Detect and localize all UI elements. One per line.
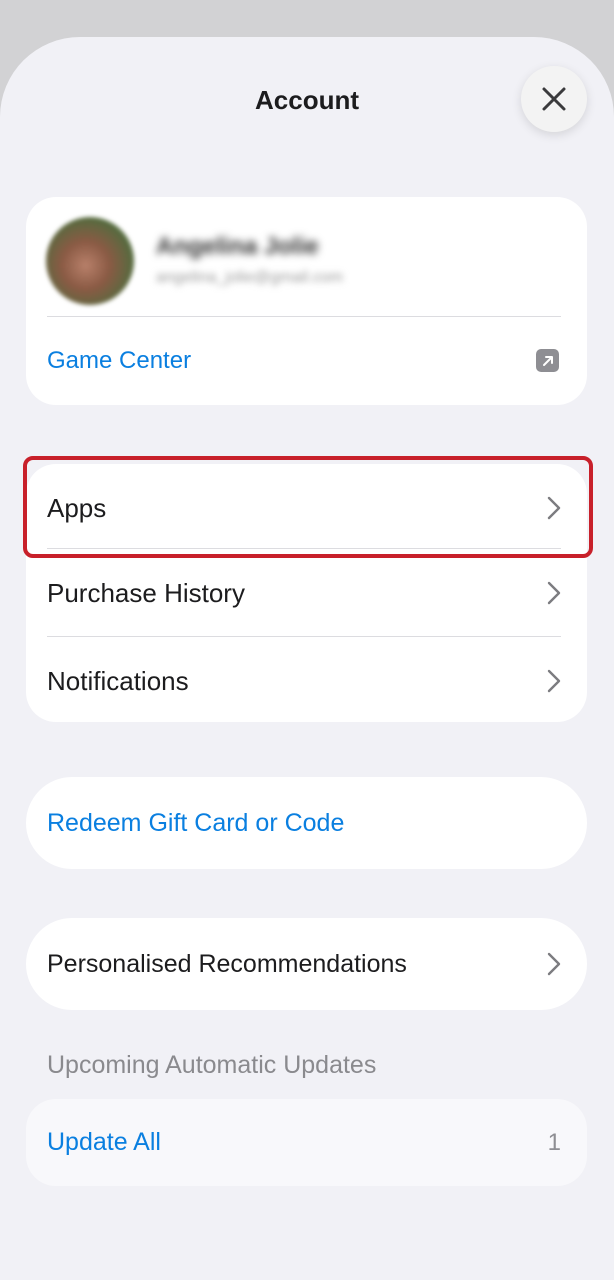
menu-item-purchase-history[interactable]: Purchase History (26, 549, 587, 637)
redeem-gift-card-link[interactable]: Redeem Gift Card or Code (47, 809, 344, 838)
avatar[interactable] (46, 217, 134, 305)
divider (47, 316, 561, 317)
close-icon (542, 87, 566, 111)
menu-item-apps[interactable]: Apps (26, 464, 587, 552)
menu-item-label: Purchase History (47, 577, 245, 608)
section-header-updates: Upcoming Automatic Updates (47, 1051, 377, 1079)
menu-item-label: Apps (47, 492, 107, 523)
external-link-icon[interactable] (536, 349, 559, 372)
profile-email: angelina_jolie@gmail.com (156, 269, 344, 286)
profile-name[interactable]: Angelina Jolie (156, 233, 319, 261)
account-sheet: Account Angelina Jolie angelina_jolie@gm… (0, 37, 614, 1280)
close-button[interactable] (521, 66, 587, 132)
chevron-right-icon (547, 496, 561, 520)
profile-card: Angelina Jolie angelina_jolie@gmail.com … (26, 197, 587, 405)
redeem-card[interactable]: Redeem Gift Card or Code (26, 777, 587, 869)
chevron-right-icon (547, 669, 561, 693)
game-center-link[interactable]: Game Center (47, 347, 191, 375)
chevron-right-icon (547, 952, 561, 976)
recommendations-label: Personalised Recommendations (47, 949, 407, 978)
menu-item-label: Notifications (47, 665, 189, 696)
update-all-card[interactable]: Update All 1 (26, 1099, 587, 1186)
menu-item-notifications[interactable]: Notifications (26, 637, 587, 722)
chevron-right-icon (547, 581, 561, 605)
update-count: 1 (547, 1128, 561, 1156)
recommendations-card[interactable]: Personalised Recommendations (26, 918, 587, 1010)
update-all-button[interactable]: Update All (47, 1128, 161, 1157)
menu-card: Apps Purchase History Notifications (26, 464, 587, 722)
